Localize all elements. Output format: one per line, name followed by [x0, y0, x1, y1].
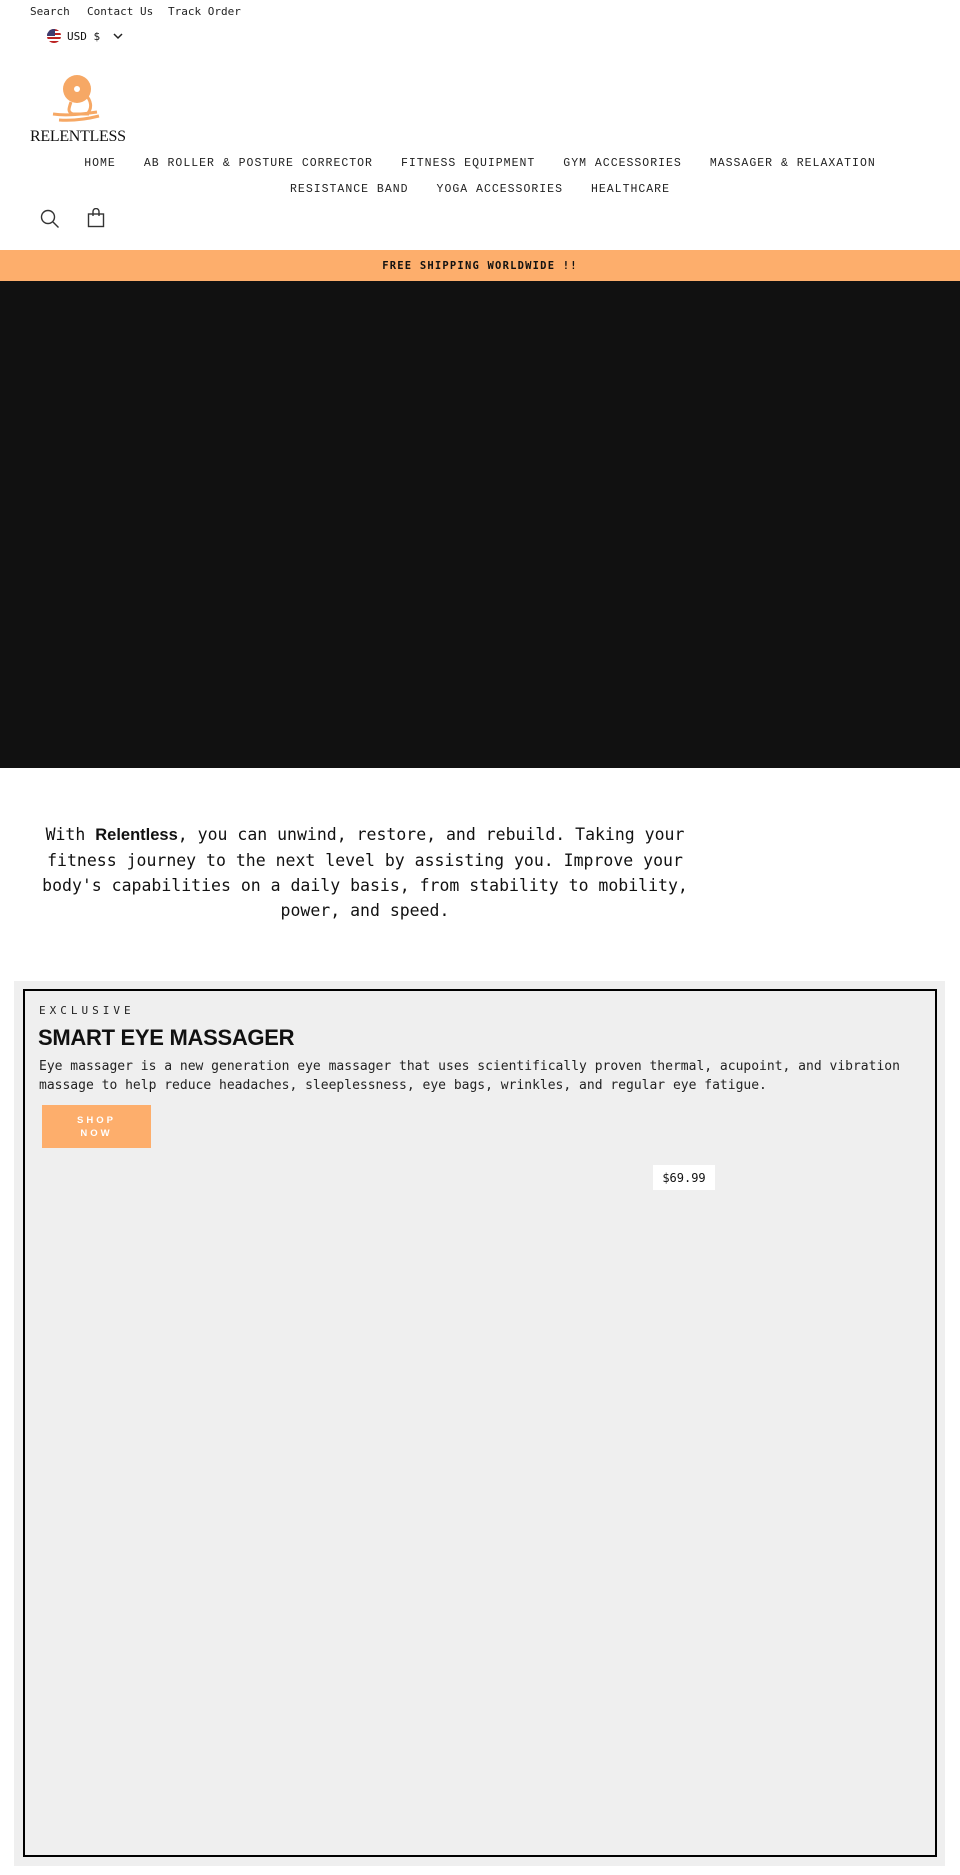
logo-text: RELENTLESS — [30, 128, 126, 145]
logo-mark-icon — [52, 75, 100, 122]
nav-yoga-accessories[interactable]: YOGA ACCESSORIES — [423, 183, 577, 196]
logo[interactable]: RELENTLESS — [30, 72, 126, 146]
nav-healthcare[interactable]: HEALTHCARE — [577, 183, 684, 196]
price-tag: $69.99 — [653, 1165, 715, 1190]
us-flag-icon — [47, 29, 61, 43]
nav-resistance-band[interactable]: RESISTANCE BAND — [276, 183, 423, 196]
intro-prefix: With — [45, 825, 96, 844]
nav-ab-roller[interactable]: AB ROLLER & POSTURE CORRECTOR — [130, 157, 387, 170]
nav-massager[interactable]: MASSAGER & RELAXATION — [696, 157, 890, 170]
feature-card — [23, 989, 937, 1857]
main-nav-row-2: RESISTANCE BAND YOGA ACCESSORIES HEALTHC… — [0, 183, 960, 196]
main-nav-row-1: HOME AB ROLLER & POSTURE CORRECTOR FITNE… — [0, 157, 960, 170]
currency-label: USD $ — [67, 29, 101, 43]
intro-brand: Relentless — [95, 826, 178, 844]
shop-now-button[interactable]: SHOP NOW — [42, 1105, 151, 1148]
nav-fitness-equipment[interactable]: FITNESS EQUIPMENT — [387, 157, 549, 170]
announcement-banner: FREE SHIPPING WORLDWIDE !! — [0, 250, 960, 281]
search-link[interactable]: Search — [30, 5, 70, 18]
hero-media — [0, 281, 960, 768]
nav-home[interactable]: HOME — [70, 157, 130, 170]
feature-description: Eye massager is a new generation eye mas… — [39, 1059, 900, 1093]
chevron-down-icon — [113, 33, 123, 40]
banner-text: FREE SHIPPING WORLDWIDE !! — [382, 259, 578, 272]
track-order-link[interactable]: Track Order — [168, 5, 241, 18]
cart-icon[interactable] — [87, 208, 105, 228]
nav-gym-accessories[interactable]: GYM ACCESSORIES — [549, 157, 696, 170]
search-icon[interactable] — [40, 209, 60, 229]
shop-now-label: SHOP NOW — [77, 1114, 116, 1139]
feature-eyebrow: EXCLUSIVE — [39, 1004, 135, 1017]
contact-us-link[interactable]: Contact Us — [87, 5, 153, 18]
feature-title: SMART EYE MASSAGER — [38, 1025, 295, 1050]
currency-selector[interactable]: USD $ — [47, 29, 124, 43]
intro-text: With Relentless, you can unwind, restore… — [40, 822, 690, 923]
